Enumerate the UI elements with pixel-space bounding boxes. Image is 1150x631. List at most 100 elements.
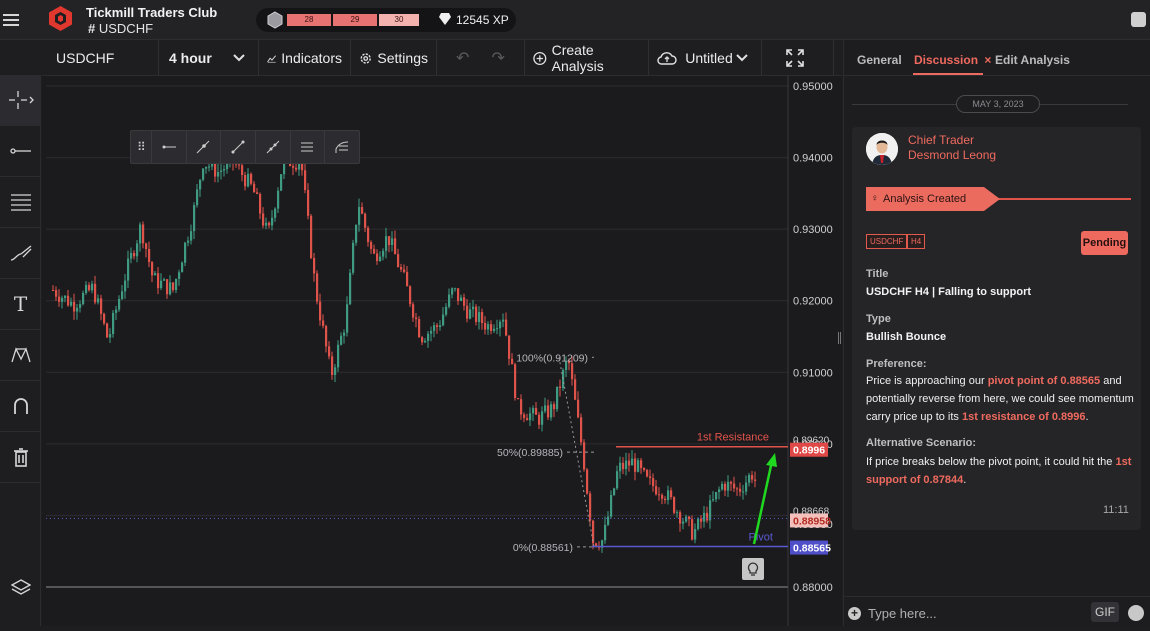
extended-line-button[interactable] [254,131,290,163]
candle-body [532,408,535,414]
layout-selector[interactable]: Untitled [649,40,762,76]
ray-line-button[interactable] [150,131,186,163]
candle-body [556,386,559,410]
layers-tool[interactable] [0,561,41,612]
candle-body [373,248,376,254]
candle-body [508,335,511,359]
active-tab-indicator [913,73,983,75]
fib-lines-tool[interactable] [0,177,41,228]
candle-body [223,169,226,171]
settings-button[interactable]: Settings [351,40,437,76]
panel-tabs: General Discussion × Edit Analysis [844,40,1150,76]
xp-value: 12545 XP [456,13,509,27]
top-bar: Tickmill Traders Club # USDCHF 28 29 30 … [0,0,1150,40]
xp-box: 28 29 30 12545 XP [256,8,516,32]
candle-body [535,408,538,415]
trend-line-icon [197,140,210,154]
message-input[interactable]: Type here... [868,606,937,621]
candle-body [262,213,265,226]
candle-body [376,253,379,261]
candle-body [670,490,673,498]
tab-discussion[interactable]: Discussion × [914,53,991,67]
candle-body [625,460,628,470]
undo-icon[interactable]: ↶ [456,48,469,68]
status-badge[interactable]: Pending [1081,231,1128,255]
panel-resize-handle[interactable] [838,332,841,344]
fullscreen-button[interactable] [762,40,834,76]
timeframe-label: 4 hour [169,50,212,66]
author-name: Desmond Leong [908,148,997,162]
text-tool[interactable]: T [0,279,41,330]
pivot-axis-tag: 0.88565 [793,543,831,555]
candle-body [391,238,394,245]
pattern-tool[interactable] [0,330,41,381]
candle-body [394,238,397,255]
brush-tool[interactable] [0,228,41,279]
candle-body [190,231,193,241]
create-analysis-button[interactable]: Create Analysis [525,40,649,76]
indicators-label: Indicators [281,50,342,66]
candle-body [523,414,526,419]
candle-body [541,411,544,425]
tab-edit-analysis[interactable]: Edit Analysis [995,53,1070,67]
candle-body [250,173,253,184]
trash-tool[interactable] [0,432,41,483]
candle-body [604,524,607,541]
candle-body [607,516,610,525]
candle-body [118,298,121,310]
parallel-channel-button[interactable] [289,131,325,163]
fib-lines-icon [10,194,31,211]
symbol-selector[interactable]: USDCHF [42,40,159,76]
checklist-icon[interactable] [1131,12,1146,27]
candle-body [721,483,724,490]
menu-icon[interactable] [3,11,19,27]
candle-body [55,290,58,297]
candle-body [649,476,652,479]
candle-body [718,489,721,493]
candle-body [637,460,640,472]
avatar[interactable] [866,133,898,165]
candle-body [529,413,532,421]
indicators-button[interactable]: Indicators [259,40,351,76]
candle-body [511,358,514,365]
candle-body [460,297,463,302]
candle-body [469,309,472,319]
candle-body [487,324,490,330]
tab-general[interactable]: General [857,53,902,67]
trend-line-button[interactable] [185,131,221,163]
emoji-icon[interactable] [1128,605,1144,621]
candle-body [193,205,196,232]
candle-body [688,516,691,520]
gif-button[interactable]: GIF [1091,602,1119,622]
magnet-tool[interactable] [0,381,41,432]
crosshair-icon [8,91,34,109]
add-attachment-icon[interactable]: + [848,607,861,620]
fib-retracement-button[interactable] [324,131,359,163]
candle-body [367,227,370,243]
candle-body [349,272,352,305]
timeframe-selector[interactable]: 4 hour [159,40,259,76]
price-chart[interactable]: 0.95000 0.94000 0.93000 0.92000 0.91000 0.899… [42,76,842,626]
candle-body [274,208,277,218]
analysis-message-card: Chief Trader Desmond Leong ♀ Analysis Cr… [852,127,1141,530]
diamond-icon [439,13,451,25]
horizontal-line-tool[interactable] [0,126,41,177]
candle-body [322,320,325,326]
redo-icon[interactable]: ↷ [492,48,505,68]
crosshair-tool[interactable] [0,75,41,126]
candle-body [337,344,340,368]
close-icon[interactable]: × [984,53,991,67]
candle-body [85,284,88,293]
preference-text-part: . [1085,411,1089,423]
floating-draw-toolbar: ⠿ [130,130,360,164]
candle-body [160,280,163,289]
undo-redo-group: ↶ ↷ [437,40,525,76]
segment-button[interactable] [220,131,255,163]
price-axis-label: 0.91000 [793,367,833,379]
drag-handle-icon[interactable]: ⠿ [131,131,151,163]
candle-body [478,312,481,323]
alt-text-part: If price breaks below the pivot point, i… [866,456,1116,468]
candle-body [715,492,718,500]
candle-body [382,250,385,257]
idea-button[interactable] [742,558,764,580]
